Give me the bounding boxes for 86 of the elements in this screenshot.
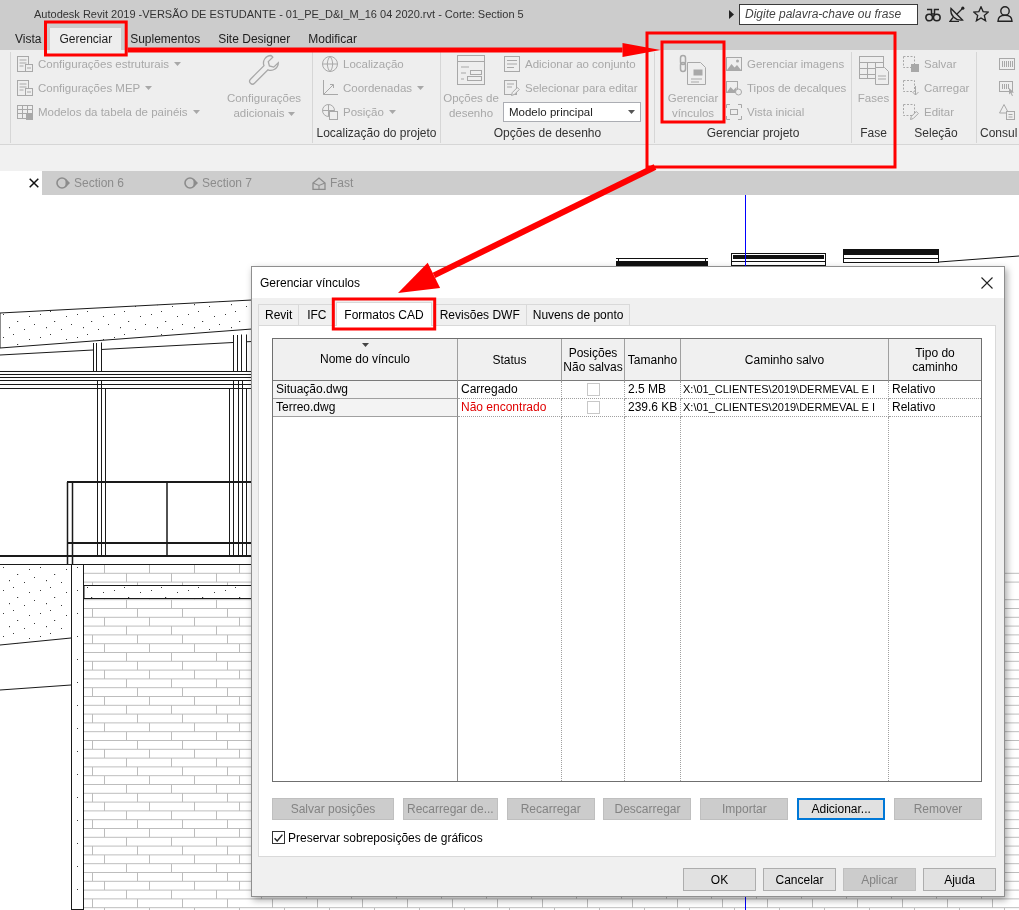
add-button[interactable]: Adicionar... bbox=[797, 798, 886, 820]
globe-icon bbox=[322, 56, 338, 72]
table-document-icon bbox=[857, 54, 890, 86]
binoculars-icon bbox=[925, 6, 941, 22]
chain-document-icon bbox=[677, 54, 709, 86]
form-window-icon bbox=[455, 54, 487, 86]
tab[interactable]: Nuvens de ponto bbox=[525, 304, 631, 325]
caret-icon bbox=[417, 86, 425, 90]
dashed-box-square-icon bbox=[903, 56, 919, 72]
column-header[interactable]: Tipo do caminho bbox=[889, 339, 981, 381]
bars-box-icon bbox=[999, 56, 1015, 72]
checkbox-label[interactable]: Preservar sobreposições de gráficos bbox=[288, 830, 483, 845]
table-cell: Relativo bbox=[889, 381, 981, 399]
table-cell: Relativo bbox=[889, 399, 981, 417]
caret-icon bbox=[174, 62, 182, 66]
section-marker-icon bbox=[56, 177, 70, 189]
section-line bbox=[745, 896, 746, 910]
panel-label: Fase bbox=[859, 125, 888, 142]
dashed-box-pencil-icon bbox=[903, 104, 919, 120]
table-cell: X:\01_CLIENTES\2019\DERMEVAL E I bbox=[681, 381, 889, 399]
ribbon-tab[interactable]: Suplementos bbox=[121, 28, 210, 50]
house-icon bbox=[312, 176, 326, 190]
column-header[interactable]: Posições Não salvas bbox=[562, 339, 625, 381]
caret-icon bbox=[388, 110, 396, 114]
view-frame-icon bbox=[726, 104, 742, 120]
cancel-button[interactable]: Cancelar bbox=[763, 868, 836, 891]
axes-icon bbox=[322, 80, 338, 96]
caret-icon bbox=[628, 110, 635, 114]
image-icon bbox=[726, 56, 742, 72]
tab[interactable]: Formatos CAD bbox=[336, 302, 432, 326]
checkbox[interactable] bbox=[272, 831, 285, 844]
view-tab[interactable] bbox=[0, 171, 42, 195]
sort-caret-icon bbox=[361, 343, 369, 347]
panel-label: Consul bbox=[979, 125, 1019, 142]
list-pencil-icon bbox=[504, 80, 520, 96]
ribbon-tab[interactable]: Vista bbox=[6, 28, 51, 50]
view-tab[interactable]: Section 7 bbox=[170, 171, 298, 195]
sheet-icon bbox=[17, 80, 33, 96]
dialog-title: Gerenciar vínculos bbox=[260, 275, 362, 290]
ribbon-tab[interactable]: Modificar bbox=[299, 28, 366, 50]
table-cell: Terreo.dwg bbox=[273, 399, 458, 417]
column-header[interactable]: Tamanho bbox=[625, 339, 681, 381]
column-header[interactable]: Nome do vínculo bbox=[273, 339, 458, 381]
section-marker-icon bbox=[184, 177, 198, 189]
model-dropdown[interactable]: Modelo principal bbox=[503, 102, 641, 122]
table-cell: Situação.dwg bbox=[273, 381, 458, 399]
view-tab[interactable]: Section 6 bbox=[42, 171, 170, 195]
table-cell: Não encontrado bbox=[458, 399, 562, 417]
wrench-icon bbox=[248, 54, 280, 86]
panel-label: Seleção bbox=[913, 125, 959, 142]
sheet-icon bbox=[17, 56, 33, 72]
panel-label: Localização do projeto bbox=[315, 125, 438, 142]
table-icon bbox=[17, 104, 33, 120]
section-line bbox=[745, 195, 746, 267]
bars-box-cursor-icon bbox=[999, 80, 1015, 96]
panel-label: Gerenciar projeto bbox=[705, 125, 801, 142]
table-cell: X:\01_CLIENTES\2019\DERMEVAL E I bbox=[681, 399, 889, 417]
search-field[interactable]: Digite palavra-chave ou frase bbox=[739, 3, 918, 25]
caret-icon bbox=[145, 86, 153, 90]
tab[interactable]: Revit bbox=[258, 304, 300, 325]
panel-label: Opções de desenho bbox=[492, 125, 603, 142]
window-title: Autodesk Revit 2019 -VERSÃO DE ESTUDANTE - 01_PE_D&I_M_16 04 2020.rvt - Corte: Section 5 bbox=[34, 8, 524, 20]
table-cell: 239.6 KB bbox=[625, 399, 681, 417]
caret-icon bbox=[192, 110, 200, 114]
ribbon-tab[interactable]: Gerenciar bbox=[50, 28, 122, 50]
close-icon bbox=[29, 178, 39, 188]
person-icon bbox=[997, 6, 1013, 22]
star-icon bbox=[973, 6, 989, 22]
ok-button[interactable]: OK bbox=[683, 868, 756, 891]
table-cell: Carregado bbox=[458, 381, 562, 399]
caret-icon bbox=[729, 9, 734, 19]
table-cell: 2.5 MB bbox=[625, 381, 681, 399]
column-header[interactable]: Caminho salvo bbox=[681, 339, 889, 381]
warning-triangle-icon bbox=[999, 104, 1015, 120]
column-header[interactable]: Status bbox=[458, 339, 562, 381]
list-icon bbox=[504, 56, 520, 72]
image-circle-icon bbox=[726, 80, 742, 96]
globe-square-icon bbox=[322, 104, 338, 120]
help-button[interactable]: Ajuda bbox=[923, 868, 996, 891]
checkmark-icon bbox=[274, 833, 283, 842]
satellite-dish-icon bbox=[949, 6, 965, 22]
dashed-box-arrow-icon bbox=[903, 80, 919, 96]
close-icon bbox=[981, 276, 993, 289]
caret-icon bbox=[287, 111, 295, 116]
ribbon-tab[interactable]: Site Designer bbox=[209, 28, 300, 50]
view-tab[interactable]: Fast bbox=[298, 171, 426, 195]
